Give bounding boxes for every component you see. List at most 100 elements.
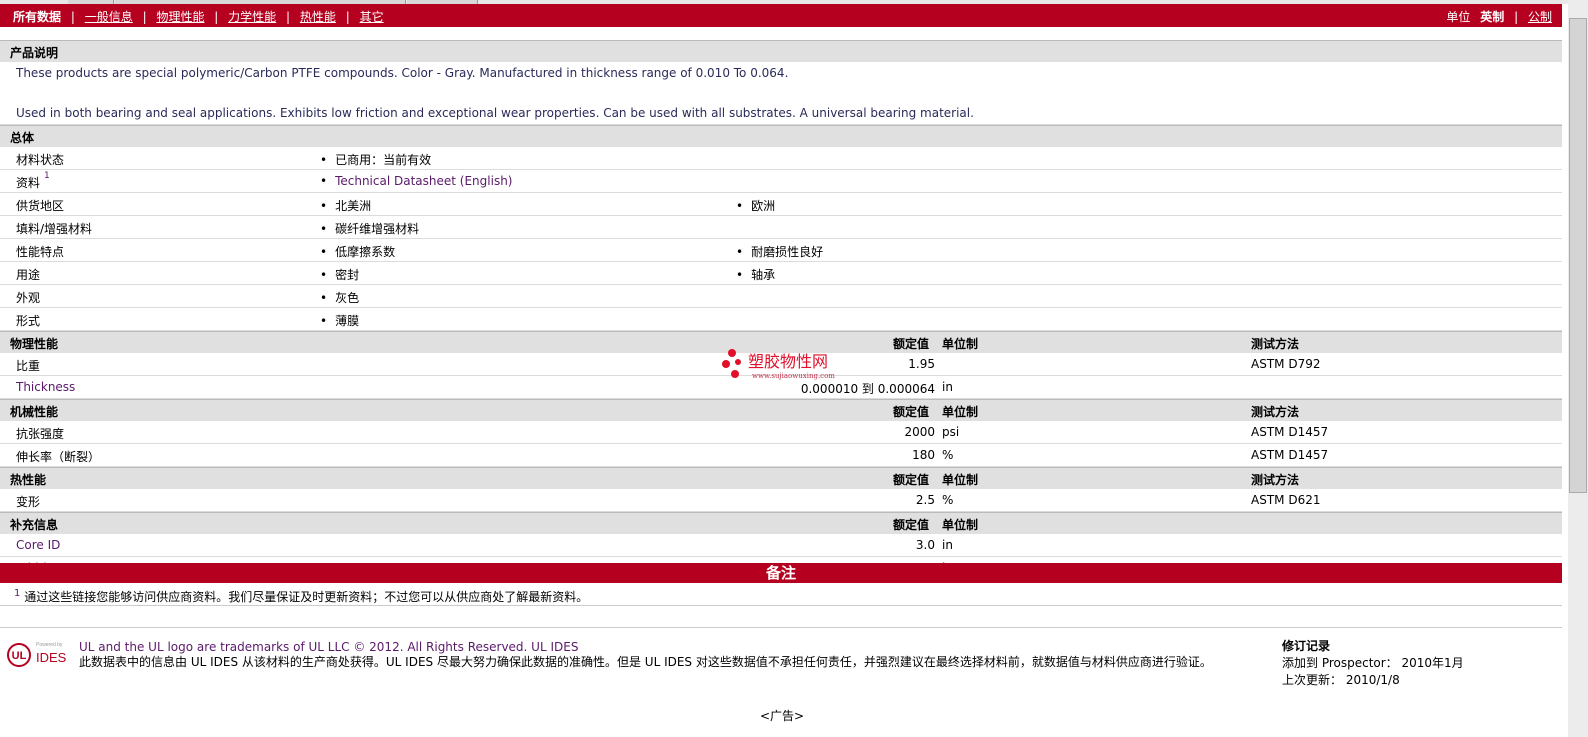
value-text: 灰色 (335, 291, 360, 305)
table-row: 供货地区 • 北美洲 • 欧洲 (0, 193, 1562, 216)
row-label: 比重 (16, 359, 41, 373)
logo-ides-text: IDES (36, 650, 67, 665)
row-value: 1.95 (908, 357, 935, 371)
table-row: 变形 2.5% ASTM D621 (0, 489, 1562, 512)
unit-label: 单位 (1446, 10, 1471, 24)
nav-link-other[interactable]: 其它 (360, 10, 384, 24)
table-row: 伸长率（断裂） 180% ASTM D1457 (0, 444, 1562, 467)
row-label: 用途 (16, 268, 41, 282)
row-test-method: ASTM D792 (1251, 357, 1321, 371)
col-header-value: 额定值 (893, 518, 930, 532)
nav-link-mechanical[interactable]: 力学性能 (228, 10, 276, 24)
col-header-unit: 单位制 (942, 473, 979, 487)
ul-ides-logo: UL Powered by IDES (6, 640, 72, 670)
row-unit: % (942, 448, 954, 462)
value-text: 轴承 (751, 268, 776, 282)
bullet-icon: • (320, 153, 328, 167)
logo-powered-text: Powered by (36, 642, 63, 648)
table-row: 用途 • 密封 • 轴承 (0, 262, 1562, 285)
vertical-scrollbar[interactable] (1568, 0, 1588, 737)
table-row: 材料状态 • 已商用：当前有效 (0, 147, 1562, 170)
value-text: 碳纤维增强材料 (335, 222, 420, 236)
bullet-icon: • (736, 199, 744, 213)
row-test-method: ASTM D1457 (1251, 425, 1329, 439)
row-value: 2000 (904, 425, 935, 439)
row-label: 抗张强度 (16, 427, 65, 441)
section-header-mechanical: 机械性能 额定值 单位制 测试方法 (0, 399, 1562, 421)
divider (0, 627, 1562, 628)
section-header-supplemental: 补充信息 额定值 单位制 (0, 512, 1562, 534)
row-test-method: ASTM D1457 (1251, 448, 1329, 462)
row-label[interactable]: Core ID (16, 538, 60, 552)
bullet-icon: • (320, 314, 328, 328)
row-value: 0.000010 到 0.000064 (800, 382, 935, 396)
disclaimer-line: 此数据表中的信息由 UL IDES 从该材料的生产商处获得。UL IDES 尽最… (79, 655, 1212, 669)
row-label: 资料 (16, 176, 41, 190)
col-header-unit: 单位制 (942, 518, 979, 532)
footnote: 1 通过这些链接您能够访问供应商资料。我们尽量保证及时更新资料；不过您可以从供应… (14, 588, 588, 605)
trademark-line[interactable]: UL and the UL logo are trademarks of UL … (79, 640, 1264, 655)
row-label: Thickness (16, 380, 76, 394)
col-header-test: 测试方法 (1251, 473, 1300, 487)
description-line-2: Used in both bearing and seal applicatio… (16, 106, 974, 120)
ad-label: <广告> (760, 709, 805, 723)
datasheet-content: 产品说明 These products are special polymeri… (0, 40, 1562, 580)
nav-link-thermal[interactable]: 热性能 (300, 10, 336, 24)
table-row: 形式 • 薄膜 (0, 308, 1562, 331)
footnote-ref[interactable]: 1 (44, 171, 50, 181)
row-label: 性能特点 (16, 245, 65, 259)
bullet-icon: • (320, 222, 328, 236)
bullet-value: • 碳纤维增强材料 (320, 220, 419, 237)
section-header-product: 产品说明 (0, 40, 1562, 62)
nav-current-all-data: 所有数据 (13, 10, 62, 24)
product-description: These products are special polymeric/Car… (0, 62, 1562, 125)
bullet-icon: • (320, 291, 328, 305)
section-nav-bar: 所有数据 | 一般信息 | 物理性能 | 力学性能 | 热性能 | 其它 单位 … (0, 4, 1562, 27)
unit-imperial-selected: 英制 (1480, 10, 1505, 24)
footnote-text: 通过这些链接您能够访问供应商资料。我们尽量保证及时更新资料；不过您可以从供应商处… (24, 590, 589, 604)
revision-updated: 上次更新： 2010/1/8 (1282, 673, 1400, 687)
footnote-marker: 1 (14, 588, 21, 599)
nav-link-general[interactable]: 一般信息 (85, 10, 133, 24)
col-header-unit: 单位制 (942, 405, 979, 419)
nav-link-physical[interactable]: 物理性能 (156, 10, 204, 24)
row-label: 供货地区 (16, 199, 65, 213)
bullet-icon: • (320, 268, 328, 282)
bullet-value: • 欧洲 (736, 197, 775, 214)
col-header-value: 额定值 (893, 337, 930, 351)
table-row: 比重 1.95 ASTM D792 (0, 353, 1562, 376)
table-row: Core ID 3.0 in (0, 534, 1562, 557)
bullet-value: • 轴承 (736, 266, 775, 283)
row-test-method: ASTM D621 (1251, 493, 1321, 507)
col-header-unit: 单位制 (942, 337, 979, 351)
row-label: 材料状态 (16, 153, 65, 167)
scrollbar-thumb[interactable] (1569, 18, 1587, 493)
row-label: 伸长率（断裂） (16, 450, 101, 464)
value-text: 已商用：当前有效 (335, 153, 432, 167)
value-text: 密封 (335, 268, 360, 282)
revision-added: 添加到 Prospector： 2010年1月 (1282, 656, 1464, 670)
table-row: 填料/增强材料 • 碳纤维增强材料 (0, 216, 1562, 239)
bullet-value: • 低摩擦系数 (320, 243, 395, 260)
row-value: 180 (912, 448, 935, 462)
bullet-value: • Technical Datasheet (English) (320, 174, 512, 188)
bullet-value: • 耐磨损性良好 (736, 243, 823, 260)
section-header-physical: 物理性能 额定值 单位制 测试方法 (0, 331, 1562, 353)
unit-metric-link[interactable]: 公制 (1528, 10, 1552, 24)
section-header-thermal: 热性能 额定值 单位制 测试方法 (0, 467, 1562, 489)
bullet-value: • 已商用：当前有效 (320, 151, 431, 168)
datasheet-link[interactable]: Technical Datasheet (English) (335, 174, 512, 188)
row-label: 变形 (16, 495, 41, 509)
row-value: 3.0 (915, 538, 935, 552)
col-header-value: 额定值 (893, 473, 930, 487)
notes-header: 备注 (0, 563, 1562, 583)
row-value: 2.5 (915, 493, 935, 507)
bullet-icon: • (320, 174, 328, 188)
table-row: Thickness 0.000010 到 0.000064 in (0, 376, 1562, 399)
description-line-1: These products are special polymeric/Car… (16, 66, 789, 80)
table-row: 抗张强度 2000 psi ASTM D1457 (0, 421, 1562, 444)
bullet-icon: • (736, 245, 744, 259)
revision-history: 修订记录 添加到 Prospector： 2010年1月 上次更新： 2010/… (1282, 638, 1464, 689)
revision-title: 修订记录 (1282, 639, 1331, 653)
bullet-icon: • (736, 268, 744, 282)
